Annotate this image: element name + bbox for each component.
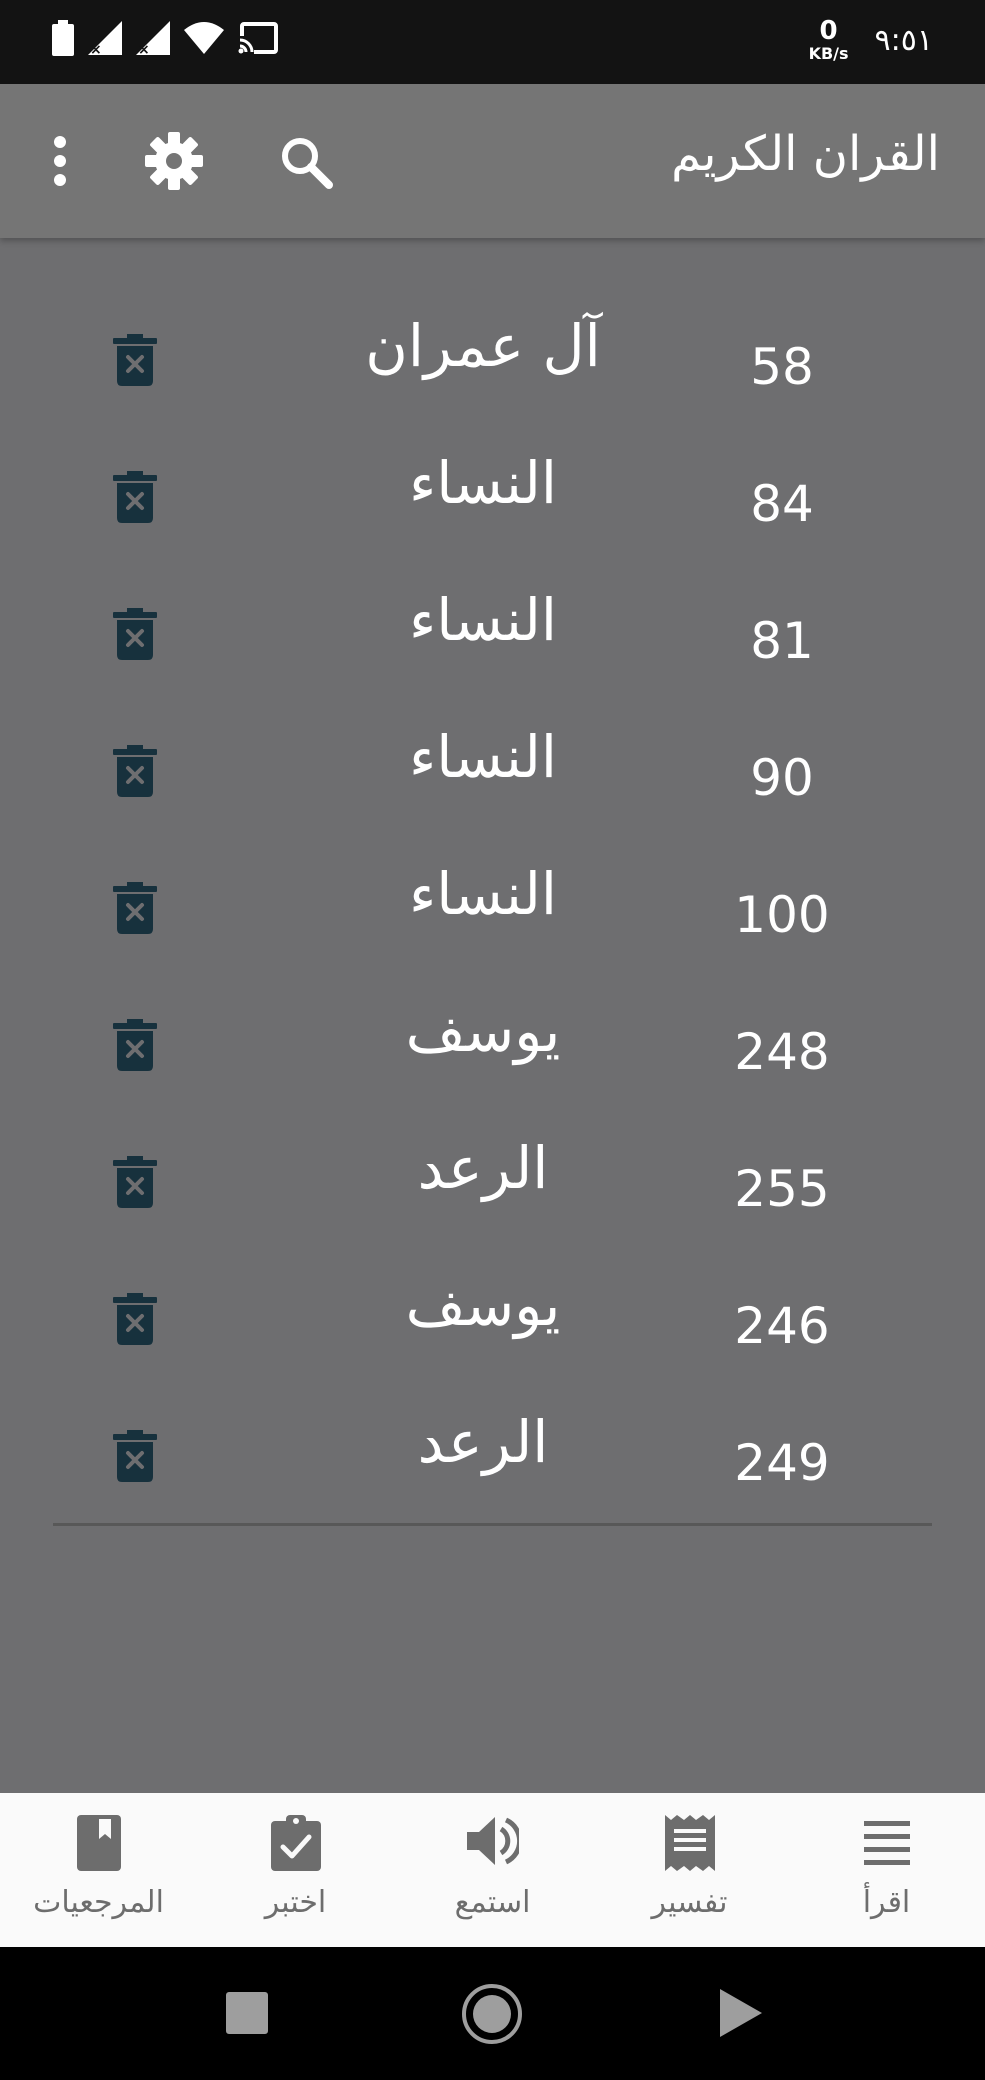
nav-label-tafsir: تفسير [651,1885,728,1920]
delete-icon[interactable] [113,882,157,934]
delete-icon[interactable] [113,1156,157,1208]
nav-label-read: اقرأ [862,1885,911,1920]
nav-item-read[interactable]: اقرأ [788,1793,985,1947]
surah-name: آل عمران [365,312,601,380]
surah-name: النساء [409,449,557,517]
clock: ٩:٥١ [874,22,933,58]
battery-icon [52,20,74,56]
nav-item-listen[interactable]: استمع [394,1793,591,1947]
system-navigation-bar [0,1947,985,2080]
signal-no-service-icon-2: × [136,21,170,55]
list-item[interactable]: الرعد 249 [53,1386,932,1523]
list-item[interactable]: الرعد 255 [53,1112,932,1249]
surah-name: النساء [409,723,557,791]
status-bar: × × 0 KB/s ٩:٥١ [0,0,985,84]
list-item[interactable]: النساء 84 [53,427,932,564]
svg-text:×: × [90,42,102,55]
page-number: 100 [734,886,830,944]
svg-text:×: × [138,42,150,55]
surah-name: الرعد [417,1134,549,1202]
clipboard-check-icon [270,1815,321,1871]
list-item[interactable]: يوسف 246 [53,1249,932,1386]
page-number: 246 [734,1297,830,1355]
page-number: 248 [734,1023,830,1081]
surah-name: يوسف [405,997,561,1065]
speaker-icon [466,1817,519,1865]
search-icon[interactable] [278,134,334,194]
gear-icon[interactable] [145,132,203,194]
nav-item-test[interactable]: اختبر [197,1793,394,1947]
bookmark-list: آل عمران 58 النساء 84 النساء 81 النساء 9… [53,290,932,1526]
page-number: 58 [750,338,814,396]
signal-no-service-icon: × [88,21,122,55]
list-item[interactable]: النساء 90 [53,701,932,838]
bookmark-icon [76,1815,121,1871]
receipt-icon [664,1815,715,1871]
network-speed-value: 0 [819,16,838,46]
network-speed-unit: KB/s [808,44,849,63]
cast-icon [238,22,278,54]
nav-label-bookmarks: المرجعيات [33,1885,164,1920]
delete-icon[interactable] [113,1019,157,1071]
delete-icon[interactable] [113,745,157,797]
more-vert-icon[interactable] [46,134,74,192]
delete-icon[interactable] [113,471,157,523]
list-item[interactable]: آل عمران 58 [53,290,932,427]
delete-icon[interactable] [113,1293,157,1345]
delete-icon[interactable] [113,1430,157,1482]
page-number: 255 [734,1160,830,1218]
home-button[interactable] [461,1983,523,2049]
home-circle-icon [462,1984,522,2044]
surah-name: يوسف [405,1271,561,1339]
nav-label-test: اختبر [264,1885,327,1920]
surah-name: النساء [409,860,557,928]
list-item[interactable]: النساء 81 [53,564,932,701]
page-number: 84 [750,475,814,533]
app-bar: القران الكريم [0,84,985,238]
list-item[interactable]: يوسف 248 [53,975,932,1112]
page-number: 81 [750,612,814,670]
app-title: القران الكريم [671,126,940,182]
nav-item-tafsir[interactable]: تفسير [591,1793,788,1947]
status-icons: × × [52,20,278,56]
bottom-navigation: المرجعيات اختبر استمع تفسير اقرأ [0,1793,985,1947]
list-icon [863,1821,910,1865]
delete-icon[interactable] [113,334,157,386]
back-button[interactable] [720,1989,762,2041]
page-number: 249 [734,1434,830,1492]
surah-name: النساء [409,586,557,654]
nav-item-bookmarks[interactable]: المرجعيات [0,1793,197,1947]
delete-icon[interactable] [113,608,157,660]
recent-apps-button[interactable] [226,1992,268,2038]
network-speed: 0 KB/s [809,18,849,62]
surah-name: الرعد [417,1408,549,1476]
square-icon [226,1992,268,2034]
list-item[interactable]: النساء 100 [53,838,932,975]
wifi-icon [184,22,224,54]
nav-label-listen: استمع [454,1885,531,1920]
triangle-icon [720,1989,762,2037]
page-number: 90 [750,749,814,807]
